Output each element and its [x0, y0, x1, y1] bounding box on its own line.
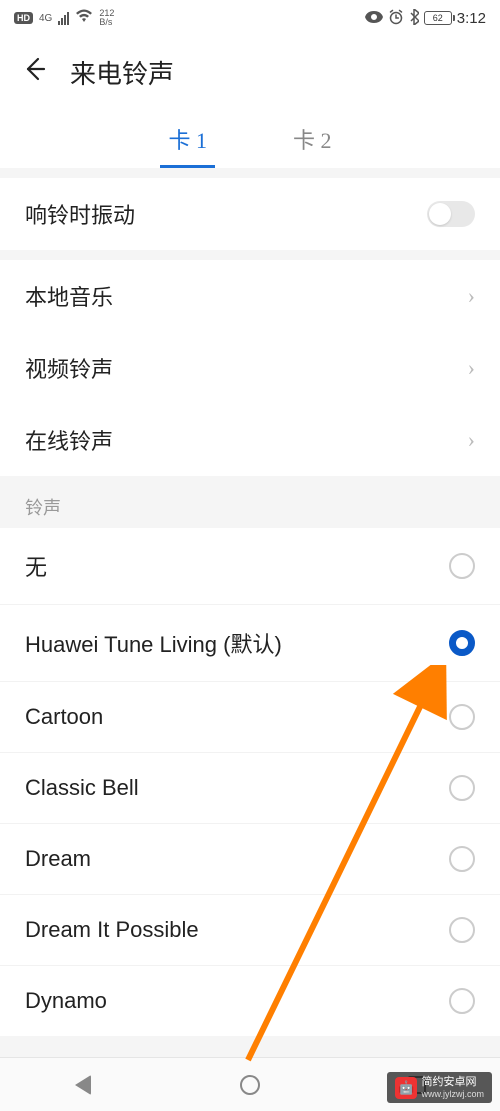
clock-time: 3:12 — [457, 10, 486, 27]
wifi-icon — [75, 9, 93, 28]
nav-home-button[interactable] — [239, 1074, 261, 1096]
alarm-icon — [388, 9, 404, 28]
watermark: 🤖 简约安卓网 www.jylzwj.com — [387, 1072, 492, 1103]
chevron-right-icon: › — [468, 355, 475, 381]
watermark-brand: 简约安卓网 — [421, 1076, 484, 1089]
status-left: HD 4G 212 B/s — [14, 9, 114, 28]
page-header: 来电铃声 — [0, 36, 500, 103]
hd-icon: HD — [14, 12, 33, 24]
ringtone-list: 无 Huawei Tune Living (默认) Cartoon Classi… — [0, 528, 500, 1036]
radio-icon — [449, 988, 475, 1014]
chevron-right-icon: › — [468, 283, 475, 309]
watermark-url: www.jylzwj.com — [421, 1089, 484, 1099]
ringtone-item-cartoon[interactable]: Cartoon — [0, 682, 500, 753]
radio-icon — [449, 917, 475, 943]
nav-label: 在线铃声 — [25, 424, 113, 456]
watermark-logo-icon: 🤖 — [395, 1077, 417, 1099]
nav-label: 视频铃声 — [25, 352, 113, 384]
tab-sim2[interactable]: 卡 2 — [285, 113, 340, 168]
status-right: 62 3:12 — [365, 9, 486, 28]
ringtone-label: Huawei Tune Living (默认) — [25, 627, 282, 659]
ringtone-item-dynamo[interactable]: Dynamo — [0, 966, 500, 1036]
ringtone-label: Dynamo — [25, 988, 107, 1014]
ringtone-item-none[interactable]: 无 — [0, 528, 500, 605]
vibrate-row: 响铃时振动 — [0, 178, 500, 250]
radio-icon — [449, 775, 475, 801]
radio-icon — [449, 846, 475, 872]
vibrate-label: 响铃时振动 — [25, 198, 135, 230]
bluetooth-icon — [409, 9, 419, 28]
radio-checked-icon — [449, 630, 475, 656]
net-speed: 212 B/s — [99, 9, 114, 27]
ringtone-label: Dream — [25, 846, 91, 872]
nav-label: 本地音乐 — [25, 280, 113, 312]
eye-icon — [365, 10, 383, 26]
nav-back-button[interactable] — [72, 1074, 94, 1096]
ringtone-item-classic-bell[interactable]: Classic Bell — [0, 753, 500, 824]
nav-online-ringtone[interactable]: 在线铃声 › — [0, 404, 500, 476]
status-bar: HD 4G 212 B/s 62 3:12 — [0, 0, 500, 36]
ringtone-label: Dream It Possible — [25, 917, 199, 943]
back-icon[interactable] — [20, 56, 46, 89]
nav-video-ringtone[interactable]: 视频铃声 › — [0, 332, 500, 404]
ringtone-label: Classic Bell — [25, 775, 139, 801]
radio-icon — [449, 553, 475, 579]
battery-icon: 62 — [424, 11, 452, 25]
ringtone-item-huawei-tune[interactable]: Huawei Tune Living (默认) — [0, 605, 500, 682]
sim-tabs: 卡 1 卡 2 — [0, 103, 500, 168]
vibrate-switch[interactable] — [427, 201, 475, 227]
page-title: 来电铃声 — [70, 54, 174, 91]
nav-local-music[interactable]: 本地音乐 › — [0, 260, 500, 332]
tab-sim1[interactable]: 卡 1 — [160, 113, 215, 168]
ringtone-section-label: 铃声 — [0, 476, 500, 528]
radio-icon — [449, 704, 475, 730]
ringtone-item-dream[interactable]: Dream — [0, 824, 500, 895]
chevron-right-icon: › — [468, 427, 475, 453]
source-list: 本地音乐 › 视频铃声 › 在线铃声 › — [0, 260, 500, 476]
ringtone-label: Cartoon — [25, 704, 103, 730]
ringtone-label: 无 — [25, 550, 47, 582]
ringtone-item-dream-it-possible[interactable]: Dream It Possible — [0, 895, 500, 966]
network-gen: 4G — [39, 13, 52, 24]
signal-icon — [58, 12, 69, 25]
